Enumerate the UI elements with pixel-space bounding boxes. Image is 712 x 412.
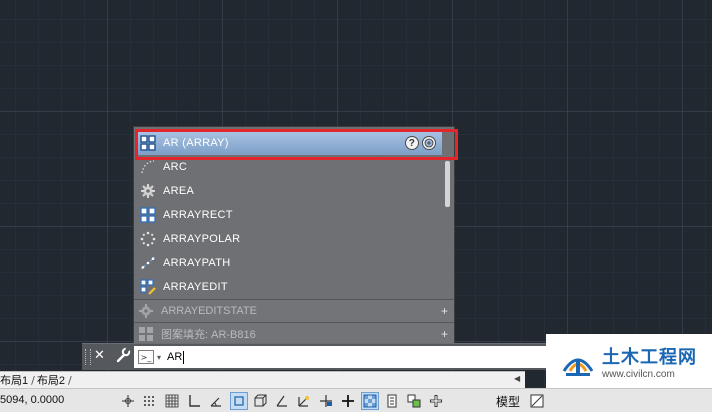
tab-separator: / — [67, 373, 72, 387]
command-prompt-icon[interactable]: >_ — [138, 350, 154, 364]
ortho-mode-icon[interactable] — [185, 392, 203, 410]
watermark-title: 土木工程网 — [602, 346, 697, 367]
transparency-icon[interactable] — [361, 392, 379, 410]
drag-handle[interactable] — [85, 349, 91, 365]
object-snap-tracking-icon[interactable] — [273, 392, 291, 410]
autocomplete-item-arrayedit[interactable]: ARRAYEDIT — [136, 275, 442, 299]
civilcn-logo-icon — [562, 358, 594, 376]
expand-icon[interactable]: + — [441, 327, 448, 341]
array-edit-icon — [139, 278, 157, 296]
site-watermark: 土木工程网 www.civilcn.com — [546, 334, 712, 388]
autocomplete-item-arrayrect[interactable]: ARRAYRECT — [136, 203, 442, 227]
autocomplete-item-label: ARRAYEDIT — [163, 281, 228, 293]
help-icon[interactable]: ? — [405, 136, 419, 150]
object-snap-icon[interactable] — [230, 392, 248, 410]
array-polar-icon — [139, 230, 157, 248]
autocomplete-item-label: ARRAYPOLAR — [163, 233, 241, 245]
chevron-down-icon[interactable]: ▾ — [157, 353, 161, 362]
section-label: ARRAYEDITSTATE — [161, 305, 257, 317]
3d-object-snap-icon[interactable] — [251, 392, 269, 410]
snap-mode-icon[interactable] — [119, 392, 137, 410]
scrollbar-thumb[interactable] — [445, 161, 450, 207]
annotation-monitor-icon[interactable] — [427, 392, 445, 410]
close-icon[interactable]: ✕ — [94, 348, 105, 363]
section-label: 图案填充: AR-B816 — [161, 329, 256, 341]
text-cursor — [183, 350, 185, 364]
autocomplete-item-label: AR (ARRAY) — [163, 137, 229, 149]
autocomplete-item-arraypath[interactable]: ARRAYPATH — [136, 251, 442, 275]
expand-icon[interactable]: + — [441, 304, 448, 318]
wrench-icon[interactable] — [115, 346, 131, 363]
command-line: ✕ >_ ▾ AR — [82, 343, 546, 370]
section-hatch-pattern[interactable]: 图案填充: AR-B816 + — [134, 322, 454, 345]
search-online-icon[interactable] — [422, 136, 436, 150]
tab-layout2[interactable]: 布局2 — [37, 372, 68, 388]
command-autocomplete-list: AR (ARRAY) ? ARC AREA ARRAYRECT ARRAYPOL… — [133, 126, 458, 345]
array-path-icon — [139, 254, 157, 272]
polar-tracking-icon[interactable] — [207, 392, 225, 410]
autocomplete-extra-sections: ARRAYEDITSTATE + 图案填充: AR-B816 + — [134, 299, 454, 345]
autocomplete-item-label: ARRAYRECT — [163, 209, 233, 221]
autocomplete-items: AR (ARRAY) ? ARC AREA ARRAYRECT ARRAYPOL… — [135, 129, 458, 299]
watermark-url: www.civilcn.com — [602, 368, 675, 380]
dynamic-input-icon[interactable] — [317, 392, 335, 410]
command-input-value: AR — [167, 351, 183, 363]
autocomplete-item-label: ARC — [163, 161, 188, 173]
autocomplete-item-ar-array[interactable]: AR (ARRAY) ? — [136, 131, 442, 155]
arc-icon — [139, 158, 157, 176]
layout-tabs: 布局1 / 布局2 / — [0, 371, 525, 388]
array-icon — [139, 134, 157, 152]
tab-separator: / — [31, 373, 35, 387]
grid-display-icon[interactable] — [163, 392, 181, 410]
autocomplete-item-arc[interactable]: ARC — [136, 155, 442, 179]
quick-properties-icon[interactable] — [383, 392, 401, 410]
hatch-icon — [137, 325, 155, 343]
dynamic-ucs-icon[interactable] — [295, 392, 313, 410]
autocomplete-item-arraypolar[interactable]: ARRAYPOLAR — [136, 227, 442, 251]
selection-cycling-icon[interactable] — [405, 392, 423, 410]
status-bar: 5094, 0.0000 模型 — [0, 388, 712, 412]
autocomplete-item-area[interactable]: AREA — [136, 179, 442, 203]
autocomplete-item-label: AREA — [163, 185, 195, 197]
lineweight-icon[interactable] — [339, 392, 357, 410]
item-actions: ? — [405, 136, 436, 150]
scroll-left-arrow-icon[interactable]: ◀ — [514, 374, 520, 383]
command-input[interactable]: >_ ▾ AR — [134, 346, 546, 368]
tab-layout1[interactable]: 布局1 — [0, 372, 31, 388]
coordinate-readout: 5094, 0.0000 — [0, 394, 65, 406]
infer-constraints-icon[interactable] — [140, 392, 158, 410]
array-rect-icon — [139, 206, 157, 224]
quick-view-layouts-icon[interactable] — [528, 392, 546, 410]
model-space-toggle[interactable]: 模型 — [496, 393, 520, 410]
section-arrayeditstate[interactable]: ARRAYEDITSTATE + — [134, 299, 454, 322]
area-gear-icon — [139, 182, 157, 200]
autocomplete-scrollbar[interactable] — [443, 157, 453, 297]
gear-icon — [137, 302, 155, 320]
autocomplete-item-label: ARRAYPATH — [163, 257, 231, 269]
